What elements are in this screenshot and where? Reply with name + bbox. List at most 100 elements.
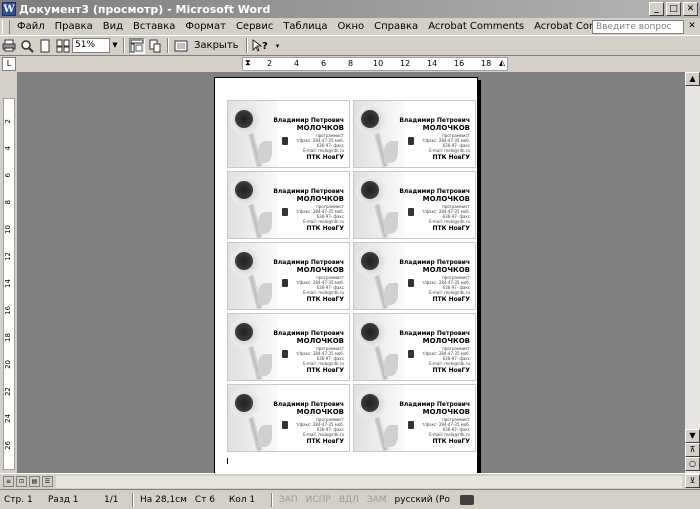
zoom-input[interactable]: 51% (72, 38, 110, 53)
card-organization: ПТК НовГУ (306, 438, 345, 445)
card-organization: ПТК НовГУ (432, 296, 471, 303)
sunflower-image (354, 172, 404, 238)
menu-format[interactable]: Формат (180, 19, 231, 35)
flower-leaf (258, 141, 272, 163)
help-question-input[interactable]: Введите вопрос (592, 20, 684, 34)
business-card[interactable]: Владимир Петрович МОЛОЧКОВ программист т/фа… (353, 171, 476, 239)
select-browse-object-button[interactable]: ○ (685, 457, 700, 471)
full-screen-icon[interactable] (173, 38, 189, 54)
horizontal-ruler[interactable]: ⧗ 2 4 6 8 10 12 14 16 18 ◭ (18, 57, 700, 71)
toolbar-options-icon[interactable]: ▾ (270, 38, 286, 54)
window-title: Документ3 (просмотр) - Microsoft Word (19, 2, 271, 16)
business-card[interactable]: Владимир Петрович МОЛОЧКОВ программист т/фа… (353, 100, 476, 168)
status-overtype[interactable]: ЗАМ (363, 495, 391, 505)
card-contact-line: E-mail: molo@ntk.ru (303, 361, 344, 366)
preview-workspace[interactable]: Владимир Петрович МОЛОЧКОВ программист т/фа… (17, 72, 685, 473)
card-contact-lines: программист т/факс: 284-47-35 моб. 636-97-… (410, 133, 470, 153)
business-card[interactable]: Владимир Петрович МОЛОЧКОВ программист т/фа… (227, 313, 350, 381)
ruler-body: ⧗ 2 4 6 8 10 12 14 16 18 ◭ (242, 57, 508, 71)
print-icon[interactable] (1, 38, 17, 54)
multiple-pages-icon[interactable] (55, 38, 71, 54)
menu-insert[interactable]: Вставка (128, 19, 180, 35)
ruler-tick: 16 (454, 59, 465, 68)
menu-table[interactable]: Таблица (278, 19, 332, 35)
menu-acrobat-comments-1[interactable]: Acrobat Comments (423, 19, 529, 35)
text-cursor (227, 458, 228, 464)
flower-center (361, 252, 379, 270)
view-ruler-icon[interactable] (129, 37, 145, 54)
normal-view-icon[interactable]: ≡ (3, 476, 14, 487)
status-record[interactable]: ЗАП (275, 495, 302, 505)
right-indent-marker-icon[interactable]: ◭ (499, 58, 505, 67)
card-contact-line: E-mail: molo@ntk.ru (303, 290, 344, 295)
minimize-button[interactable]: _ (649, 2, 664, 16)
sunflower-image (354, 314, 404, 380)
close-preview-button[interactable]: Закрыть (191, 38, 242, 54)
status-extend[interactable]: ВДЛ (335, 495, 363, 505)
business-card[interactable]: Владимир Петрович МОЛОЧКОВ программист т/фа… (227, 171, 350, 239)
previous-page-button[interactable]: ⊼ (685, 443, 700, 457)
flower-leaf (384, 283, 398, 305)
flower-center (235, 110, 253, 128)
business-card[interactable]: Владимир Петрович МОЛОЧКОВ программист т/фа… (227, 100, 350, 168)
card-contact-lines: программист т/факс: 284-47-35 моб. 636-97-… (284, 275, 344, 295)
scroll-down-button[interactable]: ▼ (685, 429, 700, 443)
sunflower-image (228, 243, 278, 309)
business-card[interactable]: Владимир Петрович МОЛОЧКОВ программист т/фа… (353, 242, 476, 310)
flower-center (361, 110, 379, 128)
card-organization: ПТК НовГУ (432, 154, 471, 161)
web-layout-icon[interactable]: ⊡ (16, 476, 27, 487)
flower-leaf (258, 425, 272, 447)
close-document-button[interactable]: ✕ (686, 20, 698, 33)
ruler-body: 2 4 6 8 10 12 14 16 18 20 22 24 26 (3, 98, 15, 470)
sunflower-image (354, 243, 404, 309)
flower-center (235, 394, 253, 412)
menu-edit[interactable]: Правка (50, 19, 98, 35)
print-layout-icon[interactable]: ▤ (29, 476, 40, 487)
card-contact-line: E-mail: molo@ntk.ru (429, 432, 470, 437)
spelling-status-icon[interactable] (459, 494, 474, 505)
flower-center (235, 252, 253, 270)
tab-selector[interactable]: L (2, 57, 16, 71)
ruler-tick: 6 (321, 59, 327, 68)
business-card[interactable]: Владимир Петрович МОЛОЧКОВ программист т/фа… (227, 242, 350, 310)
scroll-up-button[interactable]: ▲ (685, 72, 700, 86)
document-page[interactable]: Владимир Петрович МОЛОЧКОВ программист т/фа… (214, 77, 478, 473)
menu-file[interactable]: Файл (12, 19, 50, 35)
horizontal-scrollbar[interactable] (56, 476, 682, 488)
menu-grip-handle[interactable] (2, 19, 10, 34)
outline-view-icon[interactable]: ☰ (42, 476, 53, 487)
menu-help[interactable]: Справка (369, 19, 423, 35)
vertical-scrollbar[interactable]: ▲ ▼ ⊼ ○ (685, 72, 700, 473)
status-track-changes[interactable]: ИСПР (302, 495, 335, 505)
business-card[interactable]: Владимир Петрович МОЛОЧКОВ программист т/фа… (353, 313, 476, 381)
context-help-icon[interactable]: ? (252, 38, 268, 54)
zoom-dropdown-arrow-icon[interactable]: ▼ (110, 38, 120, 53)
ruler-tick: 6 (4, 173, 12, 178)
one-page-icon[interactable] (37, 38, 53, 54)
card-name: Владимир Петрович (399, 188, 470, 195)
flower-leaf (384, 425, 398, 447)
ruler-tick: 2 (4, 119, 12, 124)
menu-window[interactable]: Окно (333, 19, 370, 35)
maximize-button[interactable]: □ (666, 2, 681, 16)
ruler-tick: 14 (427, 59, 438, 68)
business-card[interactable]: Владимир Петрович МОЛОЧКОВ программист т/фа… (227, 384, 350, 452)
word-app-icon[interactable]: W (2, 2, 16, 16)
status-position: На 28,1см (140, 494, 187, 505)
indent-marker-icon[interactable]: ⧗ (245, 58, 251, 68)
toolbar-separator (123, 38, 125, 53)
close-window-button[interactable]: ✕ (683, 2, 698, 16)
menu-bar: Файл Правка Вид Вставка Формат Сервис Та… (0, 18, 700, 36)
business-card[interactable]: Владимир Петрович МОЛОЧКОВ программист т/фа… (353, 384, 476, 452)
magnifier-icon[interactable] (19, 38, 35, 54)
menu-tools[interactable]: Сервис (231, 19, 278, 35)
vertical-ruler[interactable]: 2 4 6 8 10 12 14 16 18 20 22 24 26 (2, 74, 16, 472)
sunflower-image (228, 101, 278, 167)
card-name: Владимир Петрович (399, 330, 470, 337)
menu-view[interactable]: Вид (98, 19, 128, 35)
shrink-to-fit-icon[interactable] (147, 38, 163, 54)
card-name: Владимир Петрович (273, 259, 344, 266)
next-page-button[interactable]: ⊻ (685, 474, 700, 488)
flower-leaf (258, 212, 272, 234)
